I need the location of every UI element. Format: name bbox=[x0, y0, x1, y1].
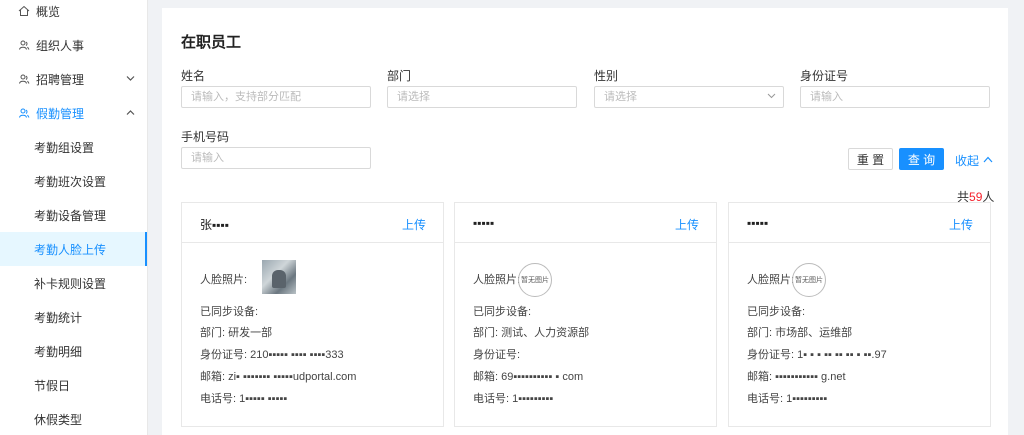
employee-phone: 电话号: 1▪▪▪▪▪▪▪▪▪ bbox=[473, 393, 554, 405]
sidebar-item-org[interactable]: 组织人事 bbox=[0, 28, 147, 62]
synced-devices: 已同步设备: bbox=[747, 306, 806, 318]
main-panel: 在职员工 姓名 部门 性别 身份证号 手机号码 重 置 查 询 收起 共59人 … bbox=[162, 8, 1008, 435]
card-header: 张▪▪▪▪ 上传 bbox=[182, 203, 443, 243]
employee-card: 张▪▪▪▪ 上传 人脸照片: 已同步设备: 部门: 研发一部 身份证号: 210… bbox=[181, 202, 444, 427]
employee-email: 邮箱: 69▪▪▪▪▪▪▪▪▪▪ ▪ com bbox=[473, 371, 584, 383]
employee-idcard: 身份证号: 210▪▪▪▪▪ ▪▪▪▪ ▪▪▪▪333 bbox=[200, 349, 344, 361]
upload-link[interactable]: 上传 bbox=[949, 216, 973, 233]
sidebar-subitem-device[interactable]: 考勤设备管理 bbox=[0, 198, 147, 232]
sidebar-subitem-makeup-rule[interactable]: 补卡规则设置 bbox=[0, 266, 147, 300]
card-header: ▪▪▪▪▪ 上传 bbox=[455, 203, 716, 243]
employee-dept: 部门: 市场部、运维部 bbox=[747, 327, 853, 339]
no-photo-placeholder[interactable]: 暂无图片 bbox=[518, 263, 552, 297]
sidebar-item-overview[interactable]: 概览 bbox=[0, 0, 147, 28]
collapse-label: 收起 bbox=[955, 154, 980, 168]
sidebar-item-label: 招聘管理 bbox=[36, 72, 85, 87]
user-group-icon bbox=[18, 73, 30, 85]
photo-label: 人脸照片: bbox=[200, 274, 248, 286]
employee-phone: 电话号: 1▪▪▪▪▪ ▪▪▪▪▪ bbox=[200, 393, 288, 405]
face-photo[interactable] bbox=[262, 260, 296, 294]
gender-label: 性别 bbox=[594, 69, 619, 83]
sidebar-subitem-shift[interactable]: 考勤班次设置 bbox=[0, 164, 147, 198]
employee-name: 张▪▪▪▪ bbox=[200, 218, 230, 232]
sidebar-item-label: 概览 bbox=[36, 4, 61, 19]
sidebar-item-label: 考勤统计 bbox=[34, 310, 83, 325]
sidebar-item-label: 考勤班次设置 bbox=[34, 174, 107, 189]
upload-link[interactable]: 上传 bbox=[675, 216, 699, 233]
user-group-icon bbox=[18, 39, 30, 51]
employee-email: 邮箱: zi▪ ▪▪▪▪▪▪▪ ▪▪▪▪▪udportal.com bbox=[200, 371, 357, 383]
chevron-up-icon bbox=[983, 155, 993, 166]
gender-select-input[interactable] bbox=[594, 86, 784, 108]
employee-email: 邮箱: ▪▪▪▪▪▪▪▪▪▪▪ g.net bbox=[747, 371, 846, 383]
sidebar-subitem-detail[interactable]: 考勤明细 bbox=[0, 334, 147, 368]
employee-idcard: 身份证号: bbox=[473, 349, 521, 361]
card-header: ▪▪▪▪▪ 上传 bbox=[729, 203, 990, 243]
employee-dept: 部门: 测试、人力资源部 bbox=[473, 327, 590, 339]
sidebar-subitem-leave-type[interactable]: 休假类型 bbox=[0, 402, 147, 435]
employee-card: ▪▪▪▪▪ 上传 人脸照片: 暂无图片 已同步设备: 部门: 市场部、运维部 身… bbox=[728, 202, 991, 427]
sidebar-item-attendance[interactable]: 假勤管理 bbox=[0, 96, 147, 130]
sidebar-subitem-holiday[interactable]: 节假日 bbox=[0, 368, 147, 402]
synced-devices: 已同步设备: bbox=[473, 306, 532, 318]
sidebar-item-label: 考勤人脸上传 bbox=[34, 242, 107, 257]
reset-button[interactable]: 重 置 bbox=[848, 148, 893, 170]
employee-card: ▪▪▪▪▪ 上传 人脸照片: 暂无图片 已同步设备: 部门: 测试、人力资源部 … bbox=[454, 202, 717, 427]
sidebar-item-label: 组织人事 bbox=[36, 38, 85, 53]
upload-link[interactable]: 上传 bbox=[402, 216, 426, 233]
photo-label: 人脸照片: bbox=[473, 274, 521, 286]
chevron-down-icon bbox=[767, 91, 776, 101]
no-photo-placeholder[interactable]: 暂无图片 bbox=[792, 263, 826, 297]
gender-select[interactable] bbox=[594, 86, 784, 108]
sidebar-subitem-group[interactable]: 考勤组设置 bbox=[0, 130, 147, 164]
chevron-down-icon bbox=[126, 74, 135, 85]
sidebar-item-label: 节假日 bbox=[34, 378, 71, 393]
sidebar-item-label: 补卡规则设置 bbox=[34, 276, 107, 291]
employee-name: ▪▪▪▪▪ bbox=[747, 216, 769, 230]
sidebar-item-label: 考勤组设置 bbox=[34, 140, 95, 155]
employee-dept: 部门: 研发一部 bbox=[200, 327, 273, 339]
home-icon bbox=[18, 5, 30, 17]
dept-label: 部门 bbox=[387, 69, 412, 83]
idcard-label: 身份证号 bbox=[800, 69, 849, 83]
user-group-icon bbox=[18, 107, 30, 119]
synced-devices: 已同步设备: bbox=[200, 306, 259, 318]
page-title: 在职员工 bbox=[181, 34, 242, 51]
idcard-input[interactable] bbox=[800, 86, 990, 108]
employee-phone: 电话号: 1▪▪▪▪▪▪▪▪▪ bbox=[747, 393, 828, 405]
employee-idcard: 身份证号: 1▪ ▪ ▪ ▪▪ ▪▪ ▪▪ ▪ ▪▪.97 bbox=[747, 349, 887, 361]
sidebar-item-label: 考勤明细 bbox=[34, 344, 83, 359]
sidebar-item-label: 假勤管理 bbox=[36, 106, 85, 121]
name-input[interactable] bbox=[181, 86, 371, 108]
sidebar-item-label: 考勤设备管理 bbox=[34, 208, 107, 223]
sidebar-subitem-stats[interactable]: 考勤统计 bbox=[0, 300, 147, 334]
sidebar-subitem-face-upload[interactable]: 考勤人脸上传 bbox=[0, 232, 147, 266]
collapse-toggle[interactable]: 收起 bbox=[955, 152, 993, 169]
sidebar-item-recruit[interactable]: 招聘管理 bbox=[0, 62, 147, 96]
face-photo-silhouette bbox=[272, 270, 286, 288]
phone-input[interactable] bbox=[181, 147, 371, 169]
query-button[interactable]: 查 询 bbox=[899, 148, 944, 170]
chevron-up-icon bbox=[126, 108, 135, 119]
name-label: 姓名 bbox=[181, 69, 206, 83]
employee-name: ▪▪▪▪▪ bbox=[473, 216, 495, 230]
photo-label: 人脸照片: bbox=[747, 274, 795, 286]
sidebar: 概览 组织人事 招聘管理 假勤管理 考勤组设置 考勤班次设置 考勤设备管理 考勤… bbox=[0, 0, 148, 435]
sidebar-item-label: 休假类型 bbox=[34, 412, 83, 427]
phone-label: 手机号码 bbox=[181, 130, 230, 144]
dept-select[interactable] bbox=[387, 86, 577, 108]
